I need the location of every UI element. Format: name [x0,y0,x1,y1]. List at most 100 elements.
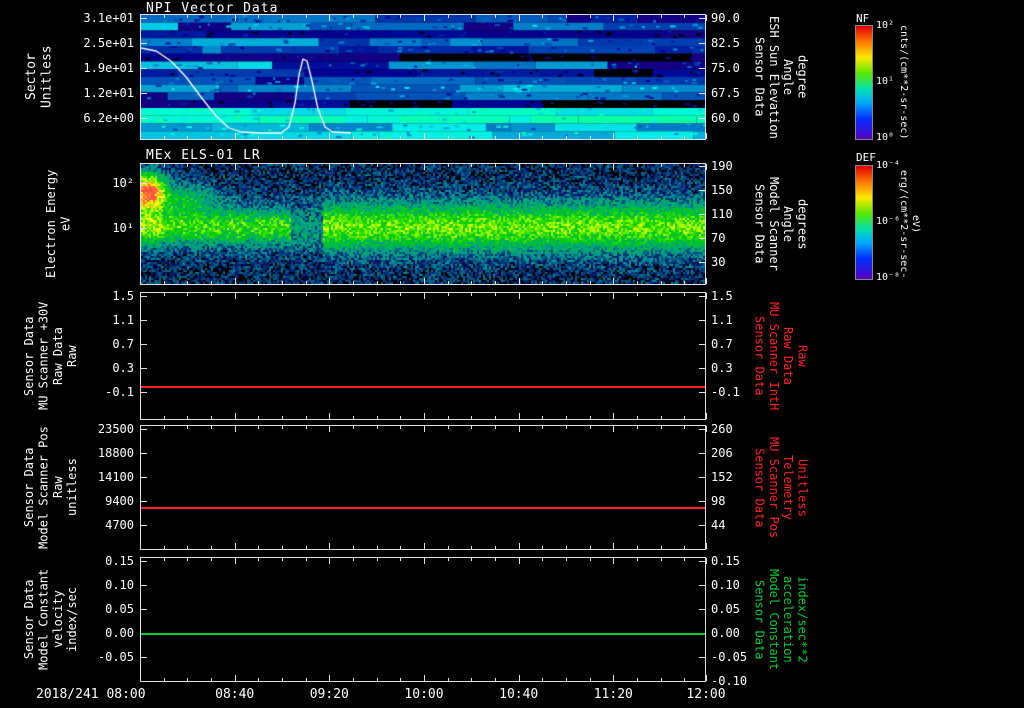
x-minor-tick-mark [211,164,213,167]
x-minor-tick-mark [684,281,686,284]
x-tick-mark [140,278,141,284]
y-tick-mark [699,214,705,215]
x-tick-mark [329,413,331,419]
x-minor-tick-mark [684,546,686,549]
x-tick-mark [424,426,425,432]
x-minor-tick-mark [684,136,686,139]
y-tick-mark [141,657,147,658]
x-tick-mark [329,293,331,299]
x-minor-tick-mark [376,416,378,419]
y-tick-mark [699,561,705,562]
y-tick-mark [699,344,705,345]
x-minor-tick-mark [495,15,497,18]
x-minor-tick-mark [542,293,544,296]
x-tick-mark [329,15,331,21]
x-minor-tick-mark [447,15,449,18]
y-axis-tick-label-right: 0.7 [711,337,733,351]
y-axis-tick-label: 0.15 [105,554,134,568]
y-tick-mark [699,657,705,658]
x-tick-mark [234,413,236,419]
x-minor-tick-mark [258,546,260,549]
y-tick-mark [699,262,705,263]
x-minor-tick-mark [566,164,568,167]
x-minor-tick-mark [684,164,686,167]
colorbar-nf-unit: cnts/(cm**2-sr-sec) [898,24,909,140]
x-minor-tick-mark [305,136,307,139]
x-minor-tick-mark [352,15,354,18]
y-axis-tick-label: 0.10 [105,578,134,592]
x-minor-tick-mark [589,281,591,284]
x-minor-tick-mark [471,426,473,429]
x-minor-tick-mark [636,678,638,681]
y-axis-tick-label: 18800 [97,446,134,460]
x-minor-tick-mark [400,678,402,681]
y-tick-mark [699,43,705,44]
x-minor-tick-mark [447,164,449,167]
x-minor-tick-mark [352,136,354,139]
x-minor-tick-mark [589,546,591,549]
x-tick-mark [613,133,615,139]
y-tick-mark [699,320,705,321]
y-tick-mark [141,368,147,369]
y-axis-tick-label: 4700 [105,518,134,532]
x-minor-tick-mark [187,678,189,681]
y-tick-mark [141,392,147,393]
x-tick-mark [424,675,425,681]
y-axis-tick-label: 3.1e+01 [83,11,134,25]
x-tick-mark [613,164,615,170]
x-tick-mark [518,293,520,299]
x-minor-tick-mark [684,678,686,681]
y-tick-mark [141,43,147,44]
x-minor-tick-mark [542,678,544,681]
x-axis-tick-label: 12:00 [686,687,726,702]
x-tick-mark [140,675,141,681]
x-minor-tick-mark [495,416,497,419]
y-axis-tick-label-right: 98 [711,494,726,508]
constant-data-line [141,507,705,509]
x-minor-tick-mark [589,164,591,167]
x-minor-tick-mark [163,426,165,429]
x-minor-tick-mark [163,136,165,139]
x-minor-tick-mark [258,678,260,681]
x-tick-mark [613,15,615,21]
x-minor-tick-mark [305,678,307,681]
x-minor-tick-mark [566,546,568,549]
x-minor-tick-mark [187,164,189,167]
x-tick-mark [234,543,236,549]
y-axis-tick-label-right: 0.05 [711,602,740,616]
x-tick-mark [518,413,520,419]
x-tick-mark [706,543,707,549]
x-tick-mark [518,543,520,549]
x-minor-tick-mark [258,281,260,284]
x-minor-tick-mark [684,558,686,561]
x-minor-tick-mark [352,416,354,419]
y-axis-tick-label: 1.9e+01 [83,61,134,75]
x-minor-tick-mark [589,15,591,18]
x-minor-tick-mark [660,281,662,284]
x-minor-tick-mark [163,281,165,284]
colorbar-tick-label: 10⁻⁴ [876,160,901,171]
x-minor-tick-mark [258,136,260,139]
x-tick-mark [706,278,707,284]
x-minor-tick-mark [495,293,497,296]
x-tick-mark [518,133,520,139]
x-minor-tick-mark [211,15,213,18]
x-minor-tick-mark [566,558,568,561]
x-minor-tick-mark [376,426,378,429]
x-minor-tick-mark [282,15,284,18]
x-axis-tick-label: 09:20 [309,687,349,702]
x-minor-tick-mark [211,416,213,419]
y-axis-tick-label-right: 90.0 [711,11,740,25]
x-minor-tick-mark [660,416,662,419]
x-minor-tick-mark [636,426,638,429]
y-tick-mark [141,561,147,562]
x-minor-tick-mark [400,15,402,18]
x-minor-tick-mark [447,136,449,139]
y-axis-tick-label: 6.2e+00 [83,111,134,125]
x-tick-mark [706,675,707,681]
x-minor-tick-mark [352,426,354,429]
x-minor-tick-mark [400,281,402,284]
y-axis-tick-label-right: 67.5 [711,86,740,100]
x-tick-mark [329,278,331,284]
x-tick-mark [518,15,520,21]
